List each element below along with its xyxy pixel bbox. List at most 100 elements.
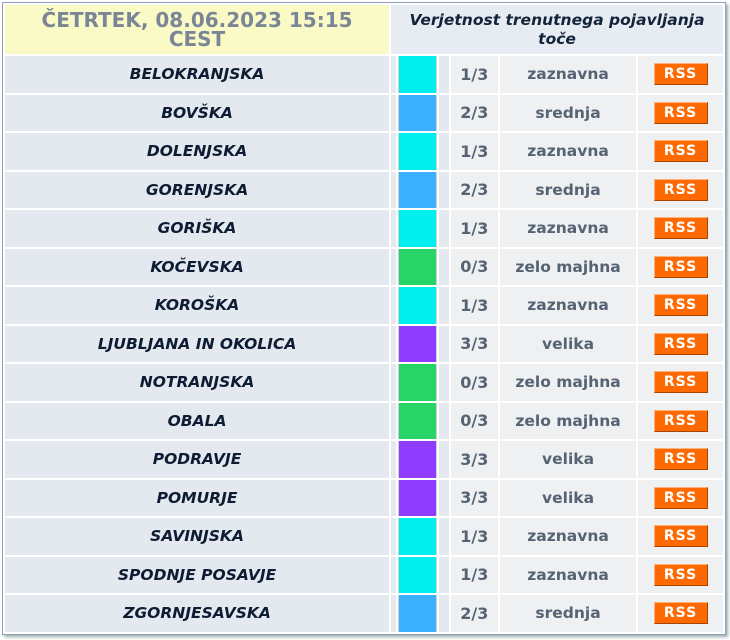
spacer [439, 171, 449, 208]
region-name: ZGORNJESAVSKA [5, 595, 390, 632]
table-row: POMURJE 3/3 velika RSS [5, 479, 723, 516]
region-name: KOROŠKA [5, 287, 390, 324]
rss-cell: RSS [638, 518, 723, 555]
table-row: SAVINJSKA 1/3 zaznavna RSS [5, 518, 723, 555]
probability-level: 1/3 [450, 133, 498, 170]
region-name: BELOKRANJSKA [5, 56, 390, 93]
probability-description: velika [499, 325, 637, 362]
rss-feed-button[interactable]: RSS [653, 178, 708, 201]
rss-cell: RSS [638, 133, 723, 170]
rss-cell: RSS [638, 210, 723, 247]
rss-cell: RSS [638, 595, 723, 632]
table-row: BOVŠKA 2/3 srednja RSS [5, 94, 723, 131]
probability-color-swatch [398, 441, 438, 478]
region-name: LJUBLJANA IN OKOLICA [5, 325, 390, 362]
probability-description: zaznavna [499, 287, 637, 324]
rss-cell: RSS [638, 248, 723, 285]
probability-level: 1/3 [450, 210, 498, 247]
probability-color-swatch [398, 94, 438, 131]
table-row: NOTRANJSKA 0/3 zelo majhna RSS [5, 364, 723, 401]
probability-description: velika [499, 479, 637, 516]
probability-description: srednja [499, 171, 637, 208]
rss-feed-button[interactable]: RSS [653, 294, 708, 317]
title-line-1: Verjetnost trenutnega pojavljanja [409, 10, 705, 29]
spacer [391, 479, 397, 516]
rss-cell: RSS [638, 325, 723, 362]
spacer [391, 518, 397, 555]
region-name: PODRAVJE [5, 441, 390, 478]
probability-color-swatch [398, 210, 438, 247]
spacer [439, 402, 449, 439]
rss-cell: RSS [638, 56, 723, 93]
region-name: SPODNJE POSAVJE [5, 556, 390, 593]
table-row: PODRAVJE 3/3 velika RSS [5, 441, 723, 478]
hail-probability-panel: ČETRTEK, 08.06.2023 15:15 CEST Verjetnos… [2, 2, 726, 635]
spacer [391, 364, 397, 401]
probability-color-swatch [398, 518, 438, 555]
rss-feed-button[interactable]: RSS [653, 525, 708, 548]
table-row: KOROŠKA 1/3 zaznavna RSS [5, 287, 723, 324]
region-name: OBALA [5, 402, 390, 439]
probability-color-swatch [398, 364, 438, 401]
rss-feed-button[interactable]: RSS [653, 63, 708, 86]
probability-level: 3/3 [450, 325, 498, 362]
timezone-label: CEST [168, 26, 226, 51]
rss-feed-button[interactable]: RSS [653, 486, 708, 509]
rss-cell: RSS [638, 402, 723, 439]
rss-cell: RSS [638, 479, 723, 516]
probability-description: srednja [499, 595, 637, 632]
spacer [391, 210, 397, 247]
region-name: NOTRANJSKA [5, 364, 390, 401]
header-row: ČETRTEK, 08.06.2023 15:15 CEST Verjetnos… [5, 5, 723, 54]
rss-feed-button[interactable]: RSS [653, 217, 708, 240]
probability-color-swatch [398, 479, 438, 516]
spacer [439, 325, 449, 362]
probability-color-swatch [398, 402, 438, 439]
rss-feed-button[interactable]: RSS [653, 563, 708, 586]
rss-feed-button[interactable]: RSS [653, 332, 708, 355]
table-row: OBALA 0/3 zelo majhna RSS [5, 402, 723, 439]
spacer [391, 402, 397, 439]
region-name: GORENJSKA [5, 171, 390, 208]
table-row: GORENJSKA 2/3 srednja RSS [5, 171, 723, 208]
probability-color-swatch [398, 325, 438, 362]
probability-level: 1/3 [450, 287, 498, 324]
probability-description: zaznavna [499, 518, 637, 555]
probability-level: 2/3 [450, 94, 498, 131]
rss-feed-button[interactable]: RSS [653, 371, 708, 394]
rss-feed-button[interactable]: RSS [653, 255, 708, 278]
region-name: GORIŠKA [5, 210, 390, 247]
probability-color-swatch [398, 248, 438, 285]
rss-feed-button[interactable]: RSS [653, 602, 708, 625]
rss-cell: RSS [638, 441, 723, 478]
spacer [391, 248, 397, 285]
spacer [391, 287, 397, 324]
table-row: GORIŠKA 1/3 zaznavna RSS [5, 210, 723, 247]
probability-level: 2/3 [450, 595, 498, 632]
rss-cell: RSS [638, 556, 723, 593]
table-row: SPODNJE POSAVJE 1/3 zaznavna RSS [5, 556, 723, 593]
region-name: DOLENJSKA [5, 133, 390, 170]
rss-cell: RSS [638, 364, 723, 401]
rss-feed-button[interactable]: RSS [653, 101, 708, 124]
spacer [439, 479, 449, 516]
probability-level: 1/3 [450, 56, 498, 93]
probability-description: zelo majhna [499, 364, 637, 401]
rss-cell: RSS [638, 171, 723, 208]
spacer [439, 595, 449, 632]
table-row: BELOKRANJSKA 1/3 zaznavna RSS [5, 56, 723, 93]
spacer [439, 133, 449, 170]
spacer [439, 556, 449, 593]
table-row: KOČEVSKA 0/3 zelo majhna RSS [5, 248, 723, 285]
rss-cell: RSS [638, 287, 723, 324]
date-time-header: ČETRTEK, 08.06.2023 15:15 CEST [5, 5, 390, 54]
probability-description: zaznavna [499, 133, 637, 170]
probability-level: 0/3 [450, 402, 498, 439]
probability-description: srednja [499, 94, 637, 131]
region-name: KOČEVSKA [5, 248, 390, 285]
hail-probability-table: ČETRTEK, 08.06.2023 15:15 CEST Verjetnos… [3, 3, 725, 634]
rss-feed-button[interactable]: RSS [653, 448, 708, 471]
spacer [439, 518, 449, 555]
rss-feed-button[interactable]: RSS [653, 409, 708, 432]
rss-feed-button[interactable]: RSS [653, 140, 708, 163]
